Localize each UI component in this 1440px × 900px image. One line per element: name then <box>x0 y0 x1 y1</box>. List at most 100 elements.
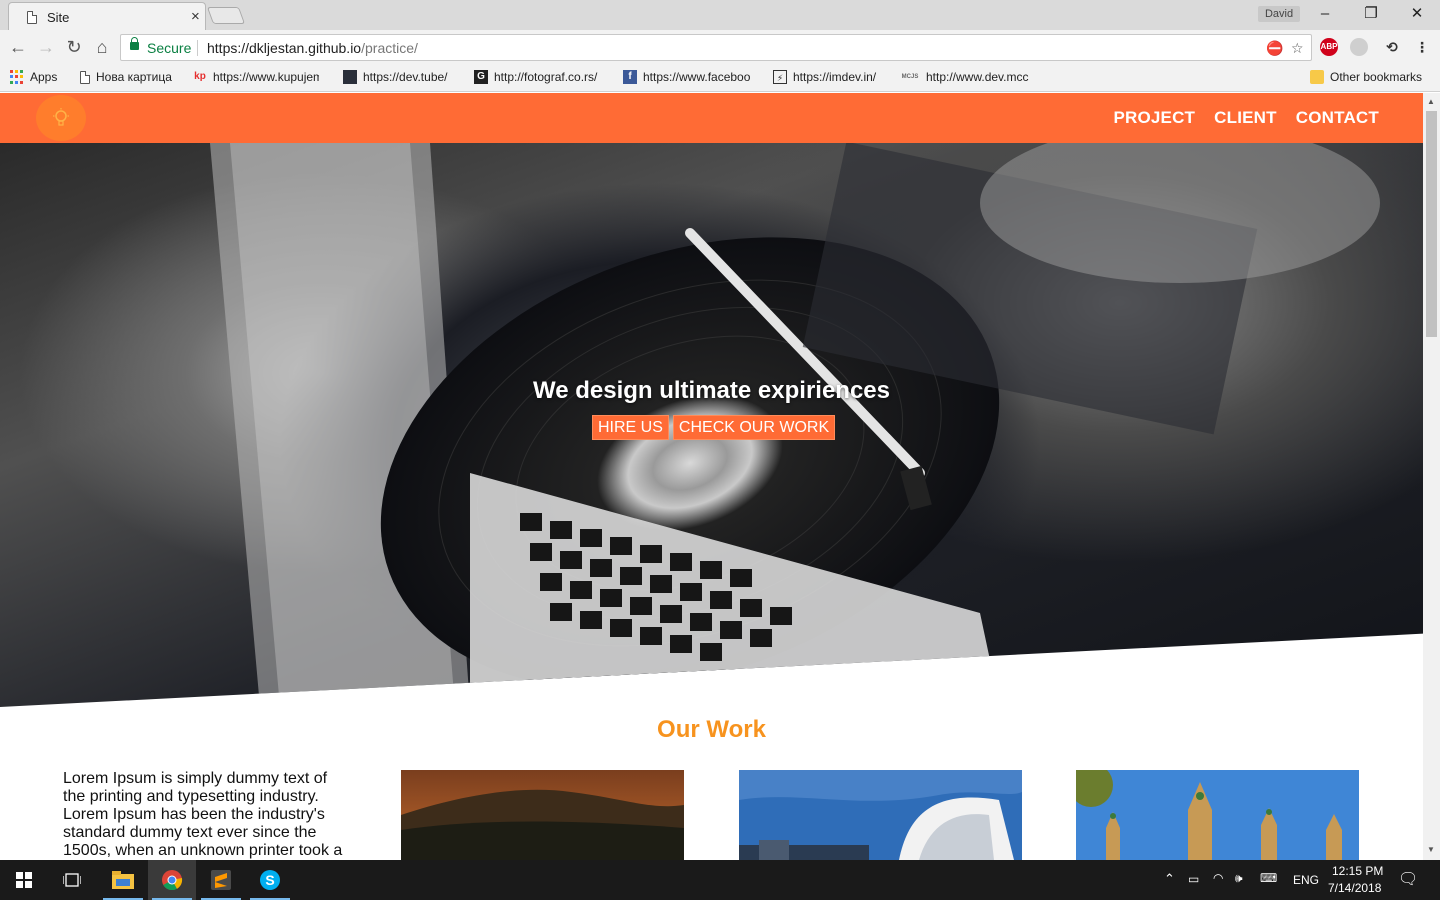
bookmark-apps[interactable]: Apps <box>10 70 57 84</box>
folder-icon <box>112 871 134 889</box>
windows-logo-icon <box>16 872 32 888</box>
bookmark-facebook[interactable]: f https://www.faceboo <box>623 70 751 84</box>
url-path: /practice/ <box>361 40 418 56</box>
new-tab-button[interactable] <box>206 7 246 24</box>
clock-time[interactable]: 12:15 PM <box>1332 864 1383 878</box>
nav-contact[interactable]: CONTACT <box>1296 108 1379 128</box>
g-icon: G <box>474 70 488 84</box>
page-icon <box>80 70 90 84</box>
bookmark-label: https://dev.tube/ <box>363 70 448 84</box>
sync-icon[interactable]: ⟲ <box>1383 38 1401 56</box>
file-explorer-button[interactable] <box>99 860 147 900</box>
work-image-building[interactable] <box>739 770 1022 860</box>
bookmark-label: http://fotograf.co.rs/ <box>494 70 598 84</box>
address-bar[interactable]: Secure https://dkljestan.github.io/pract… <box>120 34 1312 61</box>
hero-section: We design ultimate expiriences HIRE US C… <box>0 143 1423 707</box>
tray-chevron-icon[interactable]: ⌃ <box>1164 871 1175 887</box>
bookmark-nova-kartica[interactable]: Нова картица <box>80 70 172 84</box>
hero-title: We design ultimate expiriences <box>532 377 890 404</box>
extension-icon[interactable] <box>1350 38 1368 56</box>
sublime-button[interactable] <box>197 860 245 900</box>
main-nav: PROJECT CLIENT CONTACT <box>1113 108 1379 128</box>
close-window-button[interactable]: ✕ <box>1394 2 1440 26</box>
adblock-icon[interactable]: ABP <box>1320 38 1338 56</box>
scroll-down-icon[interactable]: ▼ <box>1427 845 1435 854</box>
bookmarks-bar: Apps Нова картица kp https://www.kupujem… <box>0 65 1440 92</box>
chrome-icon <box>162 870 183 891</box>
bookmark-devtube[interactable]: https://dev.tube/ <box>343 70 448 84</box>
tab-title: Site <box>47 10 70 25</box>
bookmark-label: http://www.dev.mcc <box>926 70 1029 84</box>
url-host: https://dkljestan.github.io <box>207 40 362 56</box>
hire-us-button[interactable]: HIRE US <box>592 415 669 440</box>
bookmark-label: https://www.faceboo <box>643 70 751 84</box>
site-header: PROJECT CLIENT CONTACT <box>0 93 1423 143</box>
mcc-icon: MCJS <box>901 74 919 80</box>
battery-icon[interactable]: ▭ <box>1188 872 1199 886</box>
lorem-text: Lorem Ipsum is simply dummy text of the … <box>63 770 343 859</box>
hero-buttons: HIRE US CHECK OUR WORK <box>592 415 836 440</box>
star-icon[interactable]: ☆ <box>1291 40 1304 57</box>
work-image-cathedral[interactable] <box>1076 770 1359 860</box>
apps-icon <box>10 70 24 84</box>
home-icon[interactable]: ⌂ <box>90 36 114 60</box>
check-our-work-button[interactable]: CHECK OUR WORK <box>672 415 836 440</box>
scroll-up-icon[interactable]: ▲ <box>1427 97 1435 106</box>
browser-toolbar: ← → ↻ ⌂ Secure https://dkljestan.github.… <box>0 30 1440 65</box>
bookmark-imdev[interactable]: ⚡ https://imdev.in/ <box>773 70 876 84</box>
menu-icon[interactable]: ⋮ <box>1413 38 1431 56</box>
page-scrollbar[interactable]: ▲ ▼ <box>1423 93 1440 860</box>
secure-label: Secure <box>147 40 192 56</box>
lock-icon <box>130 37 139 50</box>
bookmark-devmcc[interactable]: MCJS http://www.dev.mcc <box>900 70 1034 84</box>
clock-date[interactable]: 7/14/2018 <box>1328 881 1381 895</box>
translate-icon[interactable]: ⛔ <box>1266 40 1283 57</box>
back-icon[interactable]: ← <box>6 36 30 60</box>
page-icon <box>27 11 37 24</box>
bookmark-label: https://imdev.in/ <box>793 70 877 84</box>
lightbulb-logo-icon[interactable] <box>36 95 86 141</box>
bookmark-label: https://www.kupujem <box>213 70 319 84</box>
wifi-icon[interactable]: ◠ <box>1213 871 1223 885</box>
url-text[interactable]: https://dkljestan.github.io/practice/ <box>207 40 418 56</box>
maximize-button[interactable]: ❐ <box>1348 2 1394 26</box>
tab-close-icon[interactable]: × <box>191 8 200 25</box>
bolt-icon: ⚡ <box>773 70 787 84</box>
sublime-text-icon <box>211 870 231 890</box>
chrome-button[interactable] <box>148 860 196 900</box>
nav-project[interactable]: PROJECT <box>1113 108 1195 128</box>
svg-text:S: S <box>265 872 274 888</box>
profile-button[interactable]: David <box>1258 6 1300 22</box>
our-work-title: Our Work <box>657 716 766 743</box>
minimize-button[interactable]: – <box>1302 2 1348 26</box>
facebook-icon: f <box>623 70 637 84</box>
skype-icon: S <box>260 870 280 890</box>
task-view-icon <box>63 873 81 887</box>
bookmark-kupujem[interactable]: kp https://www.kupujem <box>193 70 319 84</box>
start-button[interactable] <box>0 860 48 900</box>
nav-client[interactable]: CLIENT <box>1214 108 1277 128</box>
windows-taskbar: S ⌃ ▭ ◠ 🕪 ⌨ ENG 12:15 PM 7/14/2018 🗨 <box>0 860 1440 900</box>
keyboard-icon[interactable]: ⌨ <box>1260 871 1277 885</box>
bookmark-fotograf[interactable]: G http://fotograf.co.rs/ <box>474 70 600 84</box>
scrollbar-thumb[interactable] <box>1426 111 1437 337</box>
page-viewport: PROJECT CLIENT CONTACT We design ultimat… <box>0 93 1423 860</box>
omnibox-divider <box>197 40 198 56</box>
kp-icon: kp <box>194 71 206 82</box>
volume-icon[interactable]: 🕪 <box>1235 871 1243 886</box>
devtube-icon <box>343 70 357 84</box>
browser-tab[interactable]: Site × <box>8 2 206 30</box>
language-indicator[interactable]: ENG <box>1293 873 1319 887</box>
bookmark-label: Нова картица <box>96 70 172 84</box>
folder-icon <box>1310 70 1324 84</box>
browser-titlebar: Site × David – ❐ ✕ <box>0 0 1440 30</box>
notification-icon[interactable]: 🗨 <box>1398 869 1418 889</box>
work-image-hills[interactable] <box>401 770 684 860</box>
reload-icon[interactable]: ↻ <box>62 36 86 60</box>
bookmark-other[interactable]: Other bookmarks <box>1310 70 1422 84</box>
bookmark-label: Other bookmarks <box>1330 70 1423 84</box>
bookmark-label: Apps <box>30 70 58 84</box>
skype-button[interactable]: S <box>246 860 294 900</box>
task-view-button[interactable] <box>48 860 96 900</box>
forward-icon[interactable]: → <box>34 36 58 60</box>
